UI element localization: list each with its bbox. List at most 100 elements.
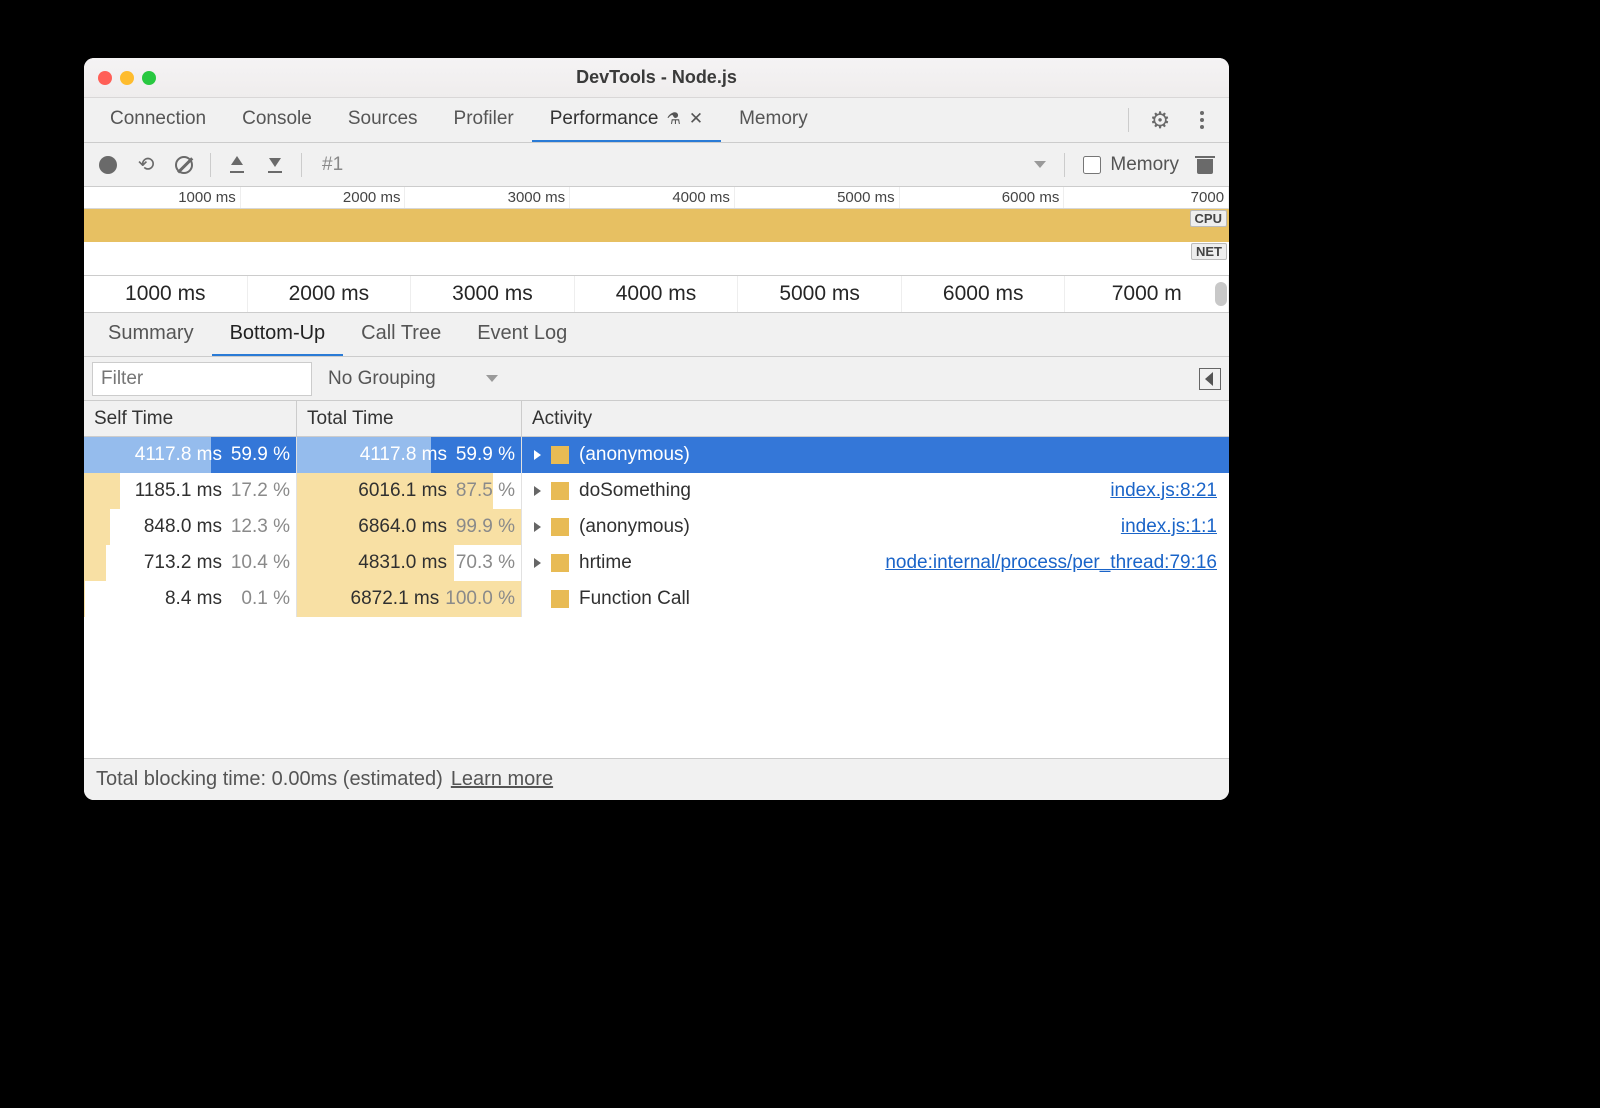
self-percent: 59.9 %: [228, 444, 290, 466]
performance-toolbar: ⟳ Memory: [84, 143, 1229, 187]
self-time-cell: 713.2 ms 10.4 %: [84, 545, 297, 581]
more-menu-button[interactable]: [1191, 109, 1213, 131]
overview-strip[interactable]: 1000 ms 2000 ms 3000 ms 4000 ms 5000 ms …: [84, 187, 1229, 276]
activity-name: Function Call: [579, 588, 690, 610]
panel-tab-summary[interactable]: Summary: [90, 313, 212, 356]
timeline-ruler[interactable]: 1000 ms 2000 ms 3000 ms 4000 ms 5000 ms …: [84, 276, 1229, 313]
reload-record-button[interactable]: ⟳: [134, 153, 158, 177]
total-percent: 99.9 %: [453, 516, 515, 538]
divider: [210, 153, 211, 177]
tab-performance[interactable]: Performance ⚗ ✕: [532, 98, 721, 142]
recording-name-input[interactable]: [320, 153, 360, 177]
col-total-time[interactable]: Total Time: [297, 401, 522, 436]
window-maximize-button[interactable]: [142, 71, 156, 85]
self-ms: 4117.8 ms: [135, 444, 222, 466]
activity-cell: doSomething index.js:8:21: [522, 473, 1229, 509]
tab-connection[interactable]: Connection: [92, 98, 224, 142]
gear-icon: ⚙: [1150, 109, 1171, 132]
activity-name: doSomething: [579, 480, 691, 502]
table-row[interactable]: 1185.1 ms17.2 %6016.1 ms87.5 %doSomethin…: [84, 473, 1229, 509]
tab-memory[interactable]: Memory: [721, 98, 826, 142]
activity-name: (anonymous): [579, 516, 690, 538]
scrollbar-thumb[interactable]: [1215, 282, 1227, 306]
panel-tab-call-tree[interactable]: Call Tree: [343, 313, 459, 356]
total-time-cell: 6864.0 ms 99.9 %: [297, 509, 522, 545]
tab-label: Event Log: [477, 322, 567, 345]
activity-cell: hrtimenode:internal/process/per_thread:7…: [522, 545, 1229, 581]
table-row[interactable]: 848.0 ms12.3 % 6864.0 ms 99.9 % (anonymous)…: [84, 509, 1229, 545]
tab-console[interactable]: Console: [224, 98, 330, 142]
total-percent: 59.9 %: [453, 444, 515, 466]
category-swatch-icon: [551, 554, 569, 572]
show-heaviest-stack-button[interactable]: [1199, 368, 1221, 390]
category-swatch-icon: [551, 482, 569, 500]
settings-button[interactable]: ⚙: [1149, 109, 1171, 131]
tab-label: Summary: [108, 322, 194, 345]
gc-button[interactable]: [1193, 153, 1217, 177]
table-row[interactable]: 8.4 ms0.1 %6872.1 ms100.0 %Function Call: [84, 581, 1229, 617]
recording-selector[interactable]: [316, 153, 1050, 177]
upload-icon: [228, 156, 246, 174]
grouping-label: No Grouping: [328, 368, 436, 390]
reload-icon: ⟳: [138, 152, 155, 177]
col-activity[interactable]: Activity: [522, 408, 1229, 430]
self-ms: 8.4 ms: [165, 588, 222, 610]
divider: [1064, 153, 1065, 177]
titlebar: DevTools - Node.js: [84, 58, 1229, 98]
clear-button[interactable]: [172, 153, 196, 177]
table-row[interactable]: 713.2 ms10.4 %4831.0 ms70.3 %hrtimenode:…: [84, 545, 1229, 581]
activity-cell: Function Call: [522, 581, 1229, 617]
filter-toolbar: No Grouping: [84, 357, 1229, 401]
tab-label: Performance: [550, 108, 659, 130]
filter-input[interactable]: [92, 362, 312, 396]
tick: 1000 ms: [84, 276, 248, 312]
source-link[interactable]: index.js:1:1: [1121, 516, 1217, 538]
record-button[interactable]: [96, 153, 120, 177]
panel-tab-event-log[interactable]: Event Log: [459, 313, 585, 356]
total-ms: 6864.0 ms: [358, 516, 447, 538]
disclosure-triangle-icon[interactable]: [534, 450, 541, 460]
panel-tab-bottom-up[interactable]: Bottom-Up: [212, 313, 344, 356]
total-percent: 100.0 %: [445, 588, 515, 610]
devtools-tabbar: Connection Console Sources Profiler Perf…: [84, 98, 1229, 143]
trash-icon: [1197, 156, 1213, 174]
tick: 4000 ms: [570, 187, 735, 208]
self-time-cell: 848.0 ms12.3 %: [84, 509, 297, 545]
memory-checkbox-label: Memory: [1110, 154, 1179, 176]
disclosure-triangle-icon[interactable]: [534, 486, 541, 496]
chevron-down-icon: [1034, 161, 1046, 168]
save-profile-button[interactable]: [263, 153, 287, 177]
kebab-icon: [1200, 111, 1204, 129]
disclosure-triangle-icon[interactable]: [534, 558, 541, 568]
tick: 5000 ms: [735, 187, 900, 208]
col-self-time[interactable]: Self Time: [84, 401, 297, 436]
close-icon[interactable]: ✕: [689, 109, 703, 129]
category-swatch-icon: [551, 518, 569, 536]
memory-checkbox-input[interactable]: [1083, 156, 1101, 174]
window-close-button[interactable]: [98, 71, 112, 85]
self-time-cell: 1185.1 ms17.2 %: [84, 473, 297, 509]
self-ms: 713.2 ms: [144, 552, 222, 574]
learn-more-link[interactable]: Learn more: [451, 768, 553, 791]
disclosure-triangle-icon[interactable]: [534, 522, 541, 532]
tab-profiler[interactable]: Profiler: [436, 98, 532, 142]
self-percent: 17.2 %: [228, 480, 290, 502]
total-time-cell: 6016.1 ms87.5 %: [297, 473, 522, 509]
tick: 5000 ms: [738, 276, 902, 312]
self-percent: 10.4 %: [228, 552, 290, 574]
source-link[interactable]: index.js:8:21: [1110, 480, 1217, 502]
tab-sources[interactable]: Sources: [330, 98, 436, 142]
load-profile-button[interactable]: [225, 153, 249, 177]
window-minimize-button[interactable]: [120, 71, 134, 85]
total-ms: 4117.8 ms: [360, 444, 447, 466]
total-time-cell: 6872.1 ms100.0 %: [297, 581, 522, 617]
table-row[interactable]: 4117.8 ms59.9 %4117.8 ms59.9 %(anonymous…: [84, 437, 1229, 473]
self-time-cell: 4117.8 ms 59.9 %: [84, 437, 297, 473]
total-percent: 70.3 %: [453, 552, 515, 574]
memory-checkbox[interactable]: Memory: [1079, 153, 1179, 177]
source-link[interactable]: node:internal/process/per_thread:79:16: [885, 552, 1217, 574]
traffic-lights: [98, 71, 156, 85]
grouping-select[interactable]: No Grouping: [328, 368, 498, 390]
tab-label: Call Tree: [361, 322, 441, 345]
category-swatch-icon: [551, 590, 569, 608]
